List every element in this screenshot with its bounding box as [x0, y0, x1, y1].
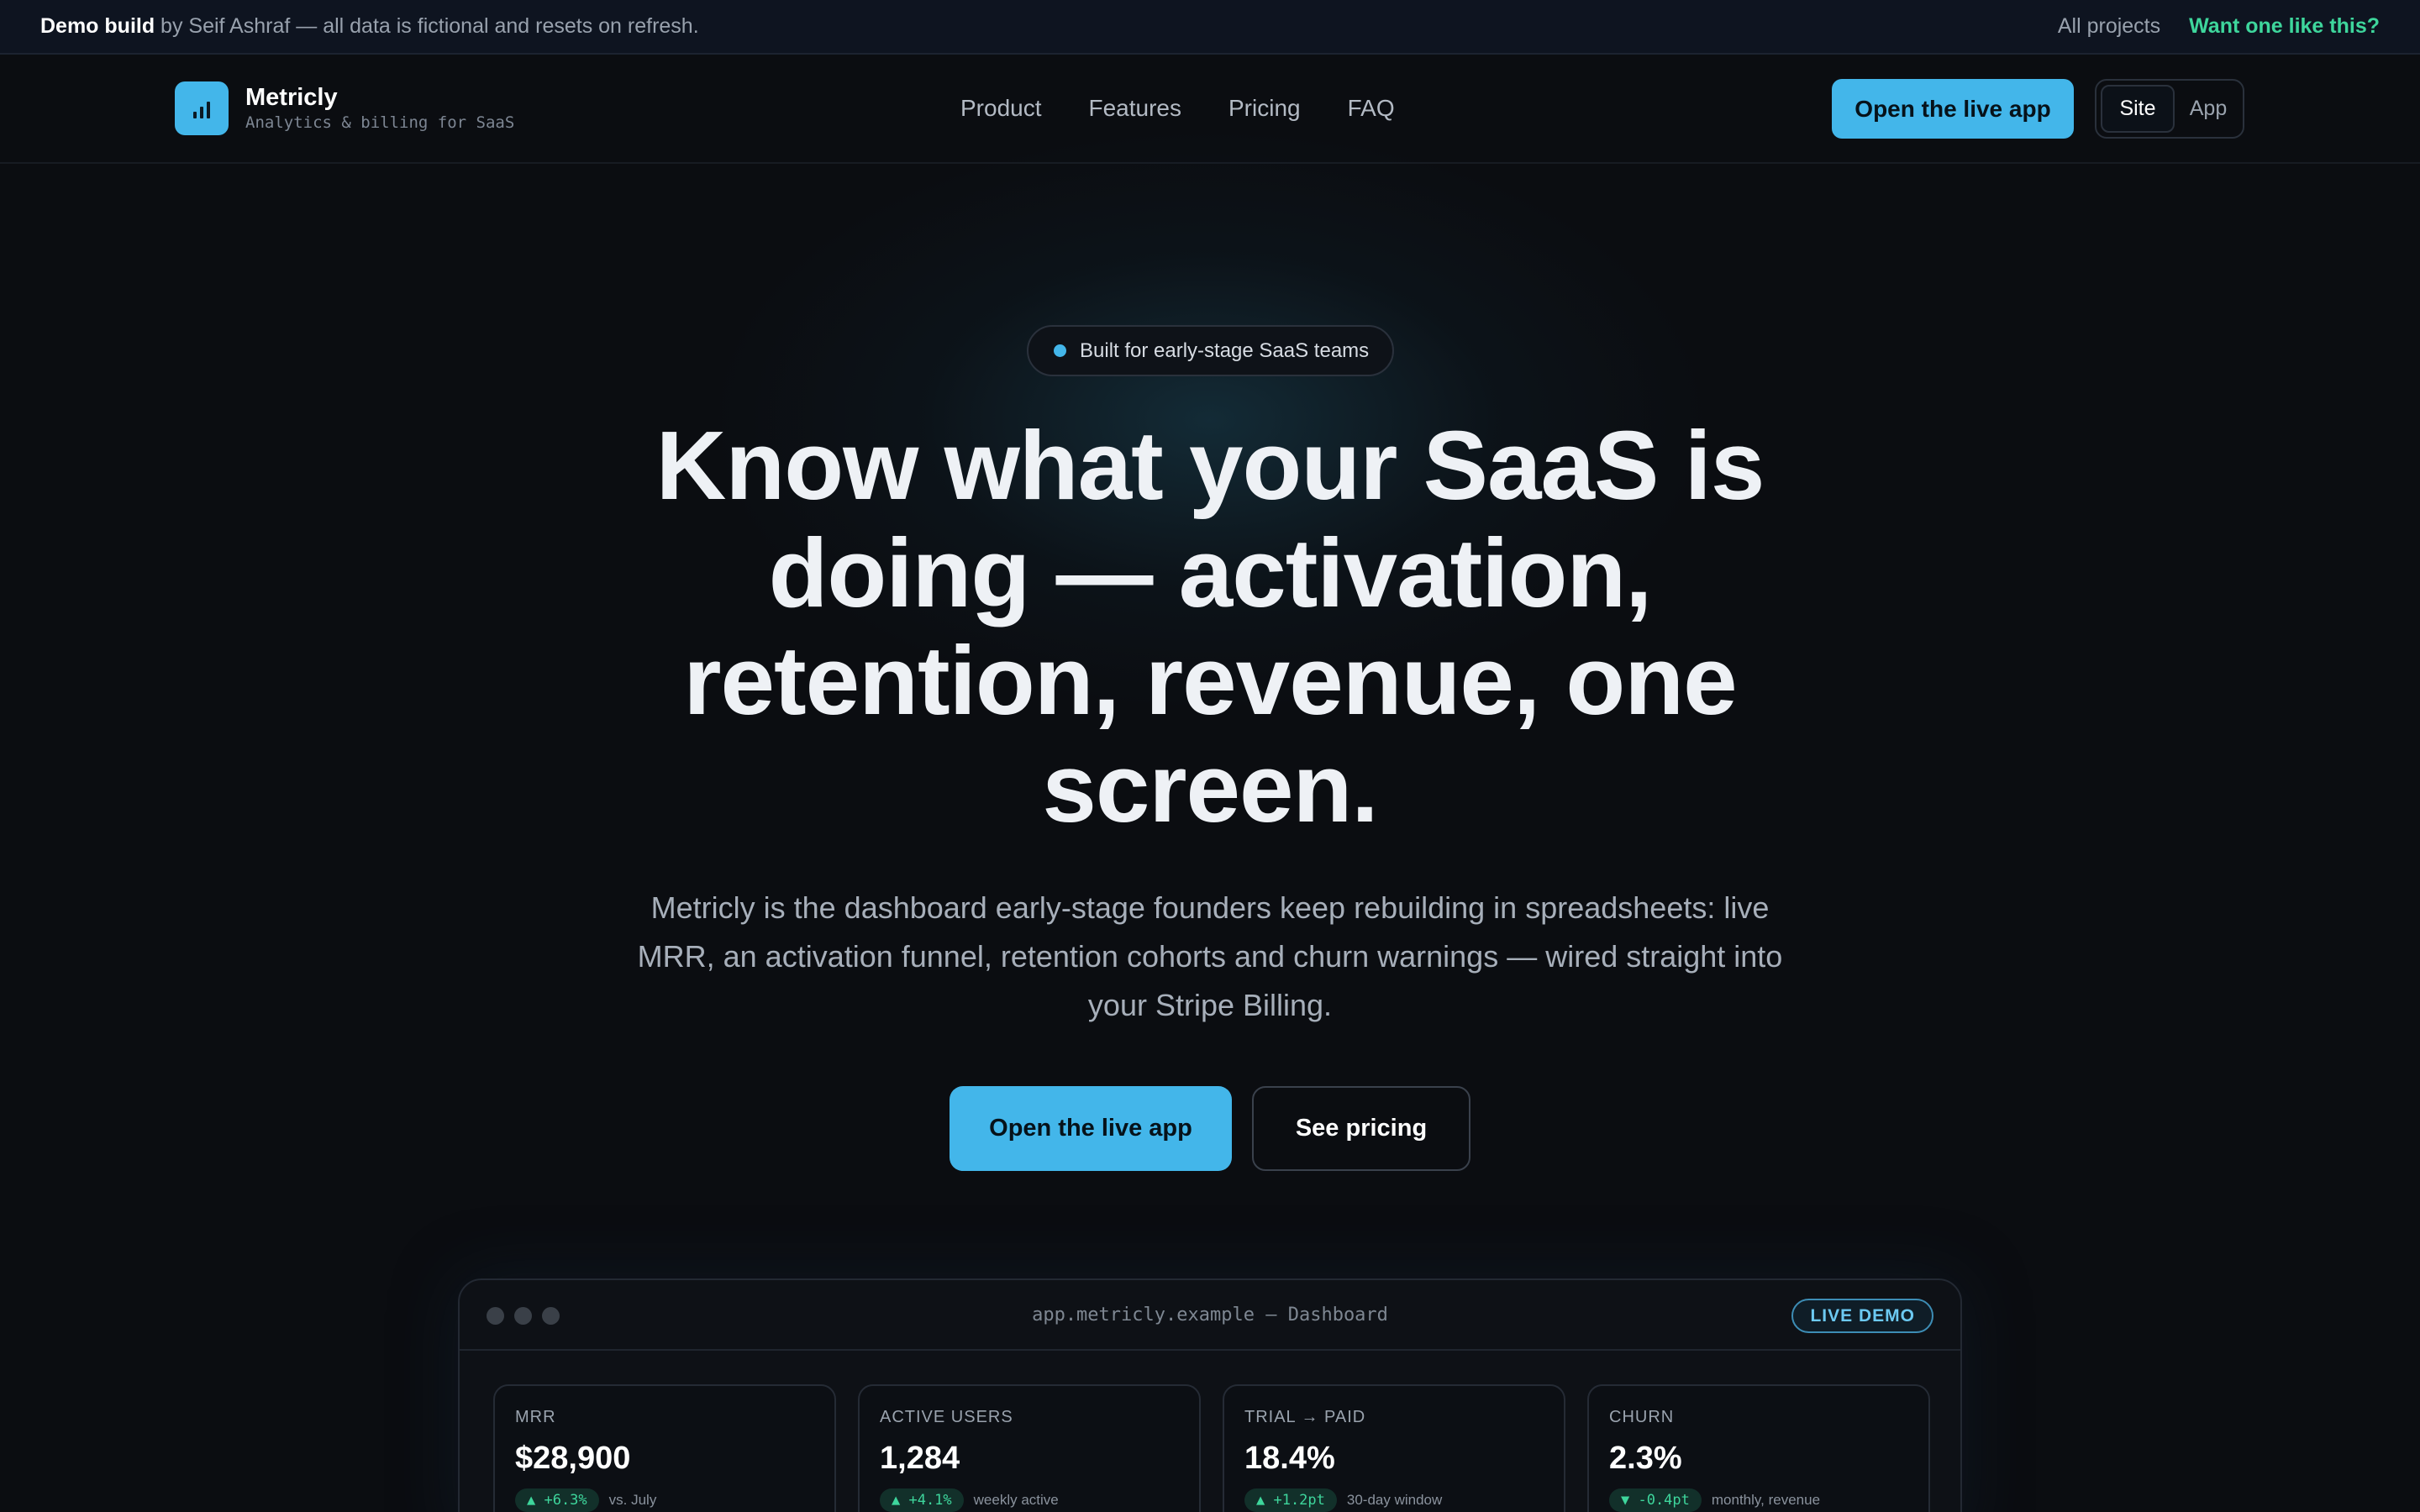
live-demo-badge: LIVE DEMO: [1791, 1299, 1933, 1333]
kpi-note: vs. July: [608, 1492, 657, 1508]
hero-pill-text: Built for early-stage SaaS teams: [1080, 339, 1370, 362]
kpi-card-mrr[interactable]: MRR $28,900 ▲ +6.3% vs. July: [493, 1384, 836, 1512]
kpi-label: ACTIVE USERS: [880, 1408, 1013, 1426]
pill-dot-icon: [1054, 344, 1066, 357]
demo-banner-message: by Seif Ashraf — all data is fictional a…: [155, 14, 699, 38]
kpi-label: TRIAL → PAID: [1244, 1408, 1366, 1426]
kpi-note: monthly, revenue: [1711, 1492, 1821, 1508]
see-pricing-button[interactable]: See pricing: [1252, 1086, 1470, 1171]
brand-name: Metricly: [245, 84, 338, 111]
kpi-delta: ▲ +6.3%: [515, 1488, 599, 1512]
toggle-app[interactable]: App: [2178, 85, 2238, 133]
kpi-delta: ▲ +1.2pt: [1244, 1488, 1337, 1512]
all-projects-link[interactable]: All projects: [2058, 14, 2160, 39]
kpi-card-active-users[interactable]: ACTIVE USERS 1,284 ▲ +4.1% weekly active: [858, 1384, 1201, 1512]
kpi-value: 1,284: [880, 1441, 960, 1476]
kpi-delta: ▼ -0.4pt: [1609, 1488, 1702, 1512]
kpi-card-trial-to-paid[interactable]: TRIAL → PAID 18.4% ▲ +1.2pt 30-day windo…: [1223, 1384, 1565, 1512]
nav-link-features[interactable]: Features: [1089, 95, 1182, 122]
dashboard-preview-window: app.metricly.example — Dashboard LIVE DE…: [458, 1278, 1962, 1512]
bar-chart-icon: [175, 81, 229, 135]
window-titlebar: app.metricly.example — Dashboard LIVE DE…: [460, 1280, 1960, 1351]
kpi-delta: ▲ +4.1%: [880, 1488, 964, 1512]
kpi-note: 30-day window: [1346, 1492, 1443, 1508]
site-app-toggle: Site App: [2095, 79, 2244, 139]
kpi-value: $28,900: [515, 1441, 631, 1476]
brand-tagline: Analytics & billing for SaaS: [245, 113, 515, 132]
kpi-cards: MRR $28,900 ▲ +6.3% vs. July ACTIVE USER…: [493, 1384, 1930, 1512]
nav-links: Product Features Pricing FAQ: [960, 95, 1395, 122]
hero-open-live-app-button[interactable]: Open the live app: [950, 1086, 1232, 1171]
kpi-note: weekly active: [973, 1492, 1059, 1508]
window-url: app.metricly.example — Dashboard: [1032, 1304, 1388, 1326]
kpi-label: MRR: [515, 1408, 556, 1426]
nav-link-faq[interactable]: FAQ: [1348, 95, 1395, 122]
kpi-value: 2.3%: [1609, 1441, 1682, 1476]
want-one-link[interactable]: Want one like this?: [2189, 14, 2380, 39]
nav-link-product[interactable]: Product: [960, 95, 1042, 122]
demo-banner-text: Demo build by Seif Ashraf — all data is …: [40, 14, 699, 39]
brand[interactable]: Metricly Analytics & billing for SaaS: [175, 81, 514, 135]
demo-banner-strong: Demo build: [40, 14, 155, 38]
hero-headline: Know what your SaaS is doing — activatio…: [655, 411, 1765, 843]
open-live-app-button[interactable]: Open the live app: [1832, 79, 2074, 139]
hero-pill: Built for early-stage SaaS teams: [1027, 325, 1394, 376]
kpi-label: CHURN: [1609, 1408, 1675, 1426]
demo-banner: Demo build by Seif Ashraf — all data is …: [0, 0, 2420, 55]
toggle-site[interactable]: Site: [2101, 85, 2175, 133]
kpi-card-churn[interactable]: CHURN 2.3% ▼ -0.4pt monthly, revenue: [1587, 1384, 1930, 1512]
hero-subtitle: Metricly is the dashboard early-stage fo…: [637, 890, 1783, 1022]
kpi-value: 18.4%: [1244, 1441, 1335, 1476]
nav-link-pricing[interactable]: Pricing: [1228, 95, 1301, 122]
